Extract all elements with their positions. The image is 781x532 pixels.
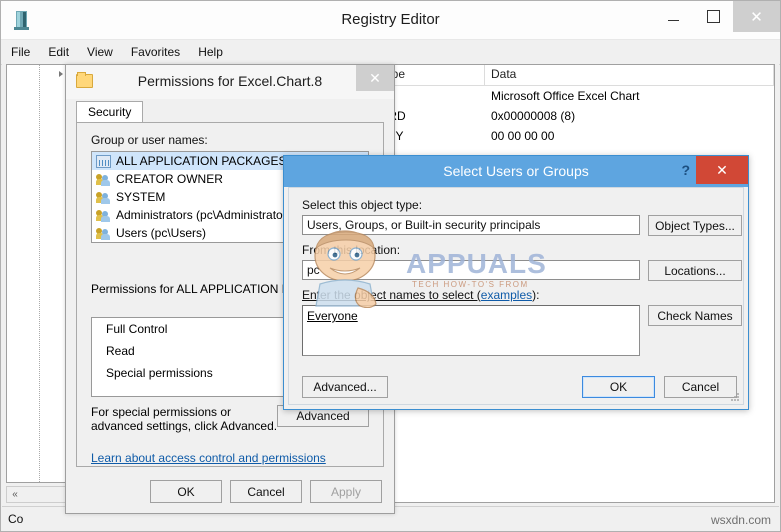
advanced-button[interactable]: Advanced... xyxy=(302,376,388,398)
locations-button[interactable]: Locations... xyxy=(648,260,742,281)
list-item-label: SYSTEM xyxy=(116,190,165,204)
object-type-label: Select this object type: xyxy=(302,198,422,212)
permission-label: Special permissions xyxy=(106,366,213,380)
location-field[interactable]: pc xyxy=(302,260,640,280)
tree-guide-line xyxy=(39,65,40,482)
site-watermark: wsxdn.com xyxy=(711,513,771,527)
minimize-button[interactable] xyxy=(653,1,693,32)
list-item-label: CREATOR OWNER xyxy=(116,172,223,186)
menu-item-view[interactable]: View xyxy=(87,45,113,59)
resize-grip[interactable] xyxy=(730,392,740,402)
close-button[interactable]: ✕ xyxy=(733,1,780,32)
list-item-label: ALL APPLICATION PACKAGES xyxy=(116,154,287,168)
select-users-or-groups-dialog: Select Users or Groups ? ✕ Select this o… xyxy=(283,155,749,410)
cancel-button[interactable]: Cancel xyxy=(230,480,302,503)
users-icon xyxy=(96,191,111,204)
package-icon xyxy=(96,155,111,168)
ok-button[interactable]: OK xyxy=(150,480,222,503)
title-bar: Registry Editor ✕ xyxy=(1,1,780,40)
advanced-hint-text: For special permissions or advanced sett… xyxy=(91,405,281,433)
cell-data: 0x00000008 (8) xyxy=(485,109,774,123)
object-names-label-prefix: Enter the object names to select ( xyxy=(302,288,481,302)
select-users-dialog-title: Select Users or Groups xyxy=(284,163,748,179)
tab-strip: Security xyxy=(76,101,143,123)
users-icon xyxy=(96,209,111,222)
permissions-dialog-title: Permissions for Excel.Chart.8 xyxy=(66,73,394,89)
cell-data: Microsoft Office Excel Chart xyxy=(485,89,774,103)
object-names-input[interactable]: Everyone xyxy=(302,305,640,356)
window-controls: ✕ xyxy=(653,1,780,39)
object-names-value: Everyone xyxy=(307,309,358,323)
cancel-button[interactable]: Cancel xyxy=(664,376,737,398)
permission-label: Full Control xyxy=(106,322,167,336)
select-users-body: Select this object type: Users, Groups, … xyxy=(288,187,744,405)
examples-link[interactable]: examples xyxy=(481,288,532,302)
scroll-left-icon[interactable]: « xyxy=(7,487,23,502)
group-names-label: Group or user names: xyxy=(91,133,208,147)
object-types-button[interactable]: Object Types... xyxy=(648,215,742,236)
check-names-button[interactable]: Check Names xyxy=(648,305,742,326)
permissions-title-bar: Permissions for Excel.Chart.8 ✕ xyxy=(66,65,394,99)
permission-label: Read xyxy=(106,344,135,358)
maximize-button[interactable] xyxy=(693,1,733,32)
column-header-data[interactable]: Data xyxy=(485,65,774,85)
list-item-label: Users (pc\Users) xyxy=(116,226,206,240)
tab-security[interactable]: Security xyxy=(76,101,143,123)
menu-item-edit[interactable]: Edit xyxy=(48,45,69,59)
status-text: Co xyxy=(8,512,23,526)
location-label: From this location: xyxy=(302,243,400,257)
access-control-link[interactable]: Learn about access control and permissio… xyxy=(91,451,326,465)
help-icon[interactable]: ? xyxy=(681,162,690,178)
object-names-label-suffix: ): xyxy=(532,288,539,302)
ok-button[interactable]: OK xyxy=(582,376,655,398)
menu-item-favorites[interactable]: Favorites xyxy=(131,45,180,59)
close-icon[interactable]: ✕ xyxy=(696,156,748,184)
menu-bar: File Edit View Favorites Help xyxy=(1,40,780,65)
users-icon xyxy=(96,173,111,186)
menu-item-help[interactable]: Help xyxy=(198,45,223,59)
select-users-title-bar: Select Users or Groups ? ✕ xyxy=(284,156,748,187)
menu-item-file[interactable]: File xyxy=(11,45,30,59)
apply-button: Apply xyxy=(310,480,382,503)
object-names-label: Enter the object names to select (exampl… xyxy=(302,288,539,302)
cell-data: 00 00 00 00 xyxy=(485,129,774,143)
close-icon[interactable]: ✕ xyxy=(356,65,394,91)
object-type-field[interactable]: Users, Groups, or Built-in security prin… xyxy=(302,215,640,235)
permissions-dialog-buttons: OK Cancel Apply xyxy=(150,480,382,503)
users-icon xyxy=(96,227,111,240)
list-item-label: Administrators (pc\Administrators) xyxy=(116,208,297,222)
chevron-right-icon[interactable] xyxy=(59,71,63,77)
